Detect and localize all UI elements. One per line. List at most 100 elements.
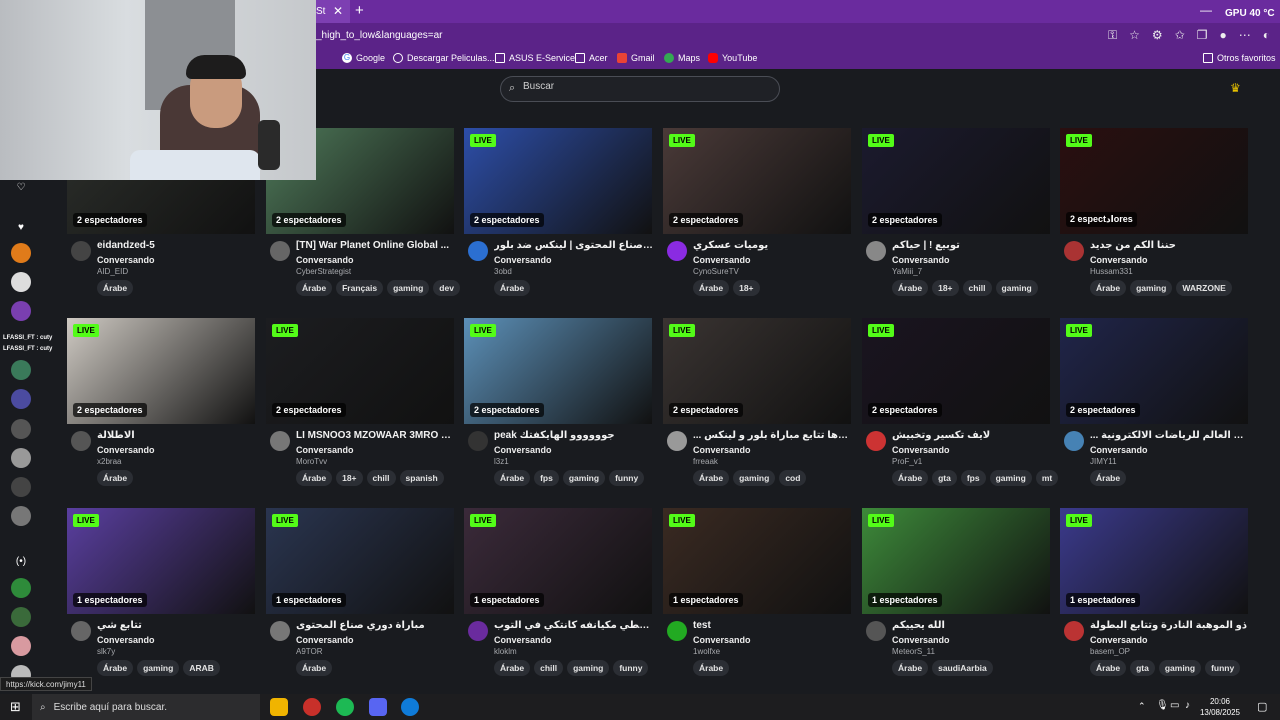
tag-chip[interactable]: mt <box>1035 470 1059 486</box>
stream-category[interactable]: Conversando <box>1090 635 1148 645</box>
stream-title[interactable]: [TN] War Planet Online Global ... <box>296 240 456 251</box>
profile-avatar[interactable]: ● <box>1220 28 1227 43</box>
channel-name[interactable]: ProF_v1 <box>892 457 922 466</box>
channel-avatar[interactable] <box>270 621 290 641</box>
channel-avatar[interactable] <box>71 621 91 641</box>
tag-chip[interactable]: fps <box>960 470 986 486</box>
channel-name[interactable]: frreaak <box>693 457 718 466</box>
stream-title[interactable]: نلعثم و نحطي مكيانفه كانتكي في التوب <box>494 620 654 631</box>
stream-card[interactable]: LIVE 1 espectadores مباراة دوري صناع المحت… <box>266 508 456 688</box>
stream-thumbnail[interactable]: LIVE 2 espectadores <box>663 318 851 424</box>
star-icon[interactable]: ☆ <box>1129 28 1140 43</box>
stream-category[interactable]: Conversando <box>494 255 552 265</box>
tag-chip[interactable]: gaming <box>1130 280 1173 296</box>
tag-chip[interactable]: Árabe <box>97 470 134 486</box>
tag-chip[interactable]: Árabe <box>693 660 730 676</box>
stream-card[interactable]: LIVE 2 espectادores حننا الكم من جديد Conve… <box>1060 128 1250 308</box>
chrome-icon[interactable] <box>303 698 321 716</box>
stream-card[interactable]: LIVE 1 espectadores الله يحييكم Conversando… <box>862 508 1052 688</box>
stream-category[interactable]: Conversando <box>97 445 155 455</box>
stream-title[interactable]: تتابع شي <box>97 620 257 631</box>
tag-chip[interactable]: funny <box>613 660 649 676</box>
channel-avatar[interactable] <box>71 431 91 451</box>
tag-chip[interactable]: Árabe <box>892 470 929 486</box>
stream-category[interactable]: Conversando <box>892 445 950 455</box>
stream-thumbnail[interactable]: LIVE 2 espectadores <box>266 318 454 424</box>
stream-category[interactable]: Conversando <box>296 635 354 645</box>
copilot-icon[interactable]: ◐ <box>1263 28 1270 43</box>
tag-chip[interactable]: gaming <box>137 660 180 676</box>
tag-chip[interactable]: gaming <box>567 660 610 676</box>
tag-chip[interactable]: gaming <box>995 280 1038 296</box>
channel-name[interactable]: A9TOR <box>296 647 323 656</box>
channel-name[interactable]: YaMiii_7 <box>892 267 922 276</box>
file-explorer-icon[interactable] <box>270 698 288 716</box>
stream-title[interactable]: LI MSNOO3 MZOWAAR 3MRO YWA... <box>296 430 456 441</box>
tag-chip[interactable]: gaming <box>733 470 776 486</box>
tag-chip[interactable]: funny <box>1205 660 1241 676</box>
close-tab-icon[interactable]: ✕ <box>333 4 343 18</box>
taskbar-clock[interactable]: 20:06 13/08/2025 <box>1200 696 1240 718</box>
channel-avatar[interactable] <box>667 241 687 261</box>
tag-chip[interactable]: Árabe <box>97 280 134 296</box>
volume-icon[interactable]: ♪ <box>1185 700 1190 711</box>
sidebar-channel-avatar[interactable] <box>11 506 31 526</box>
search-input[interactable] <box>523 81 763 92</box>
network-icon[interactable]: ▭ <box>1170 700 1179 711</box>
stream-title[interactable]: peak جوووووو الهايكفتك <box>494 430 654 441</box>
channel-avatar[interactable] <box>866 241 886 261</box>
stream-title[interactable]: ... لينكس | كاس العالم للرياضات الالكترو… <box>1090 430 1250 441</box>
stream-thumbnail[interactable]: LIVE 1 espectadores <box>1060 508 1248 614</box>
tag-chip[interactable]: funny <box>609 470 645 486</box>
stream-card[interactable]: LIVE 2 espectadores توبيع ! | حياكم Convers… <box>862 128 1052 308</box>
stream-category[interactable]: Conversando <box>296 255 354 265</box>
tag-chip[interactable]: cod <box>779 470 807 486</box>
stream-title[interactable]: مباراة دوري صناع المحتوى <box>296 620 456 631</box>
stream-title[interactable]: توبيع ! | حياكم <box>892 240 1052 251</box>
tag-chip[interactable]: ARAB <box>183 660 220 676</box>
tag-chip[interactable]: chill <box>534 660 564 676</box>
channel-avatar[interactable] <box>1064 241 1084 261</box>
tag-chip[interactable]: chill <box>962 280 992 296</box>
channel-avatar[interactable] <box>866 621 886 641</box>
channel-avatar[interactable] <box>270 431 290 451</box>
stream-category[interactable]: Conversando <box>892 635 950 645</box>
tag-chip[interactable]: dev <box>433 280 460 296</box>
other-bookmarks[interactable]: Otros favoritos <box>1203 53 1276 63</box>
tag-chip[interactable]: Árabe <box>892 660 929 676</box>
stream-title[interactable]: eidandzed-5 <box>97 240 257 251</box>
tag-chip[interactable]: gaming <box>1158 660 1202 676</box>
spotify-icon[interactable] <box>336 698 354 716</box>
sidebar-channel-avatar[interactable] <box>11 636 31 656</box>
channel-avatar[interactable] <box>468 621 488 641</box>
tag-chip[interactable]: fps <box>534 470 559 486</box>
stream-thumbnail[interactable]: LIVE 2 espectadores <box>1060 318 1248 424</box>
channel-name[interactable]: Hussam331 <box>1090 267 1133 276</box>
stream-card[interactable]: LIVE 1 espectadores ذو الموهبة النادرة وتت… <box>1060 508 1250 688</box>
channel-avatar[interactable] <box>270 241 290 261</box>
tag-chip[interactable]: Français <box>336 280 384 296</box>
stream-thumbnail[interactable]: LIVE 2 espectadores <box>862 128 1050 234</box>
tag-chip[interactable]: Árabe <box>1090 660 1127 676</box>
channel-name[interactable]: CyberStrategist <box>296 267 351 276</box>
tag-chip[interactable]: spanish <box>399 470 444 486</box>
sidebar-channel-avatar[interactable] <box>11 448 31 468</box>
channel-name[interactable]: 1wolfxe <box>693 647 720 656</box>
windows-start-icon[interactable]: ⊞ <box>10 699 21 715</box>
following-icon[interactable]: ♥ <box>11 217 31 237</box>
stream-thumbnail[interactable]: LIVE 1 espectadores <box>464 508 652 614</box>
stream-category[interactable]: Conversando <box>97 255 155 265</box>
bookmark-google[interactable]: G Google <box>342 53 385 63</box>
channel-name[interactable]: x2braa <box>97 457 121 466</box>
stream-thumbnail[interactable]: LIVE 1 espectadores <box>862 508 1050 614</box>
tag-chip[interactable]: 18+ <box>932 280 959 296</box>
stream-card[interactable]: LIVE 1 espectadores تتابع شي Conversando slk… <box>67 508 257 688</box>
stream-card[interactable]: LIVE 2 espectadores يوميات عسكري Conversand… <box>663 128 853 308</box>
tag-chip[interactable]: Árabe <box>693 470 730 486</box>
channel-avatar[interactable] <box>468 431 488 451</box>
stream-title[interactable]: يوميات عسكري <box>693 240 853 251</box>
stream-category[interactable]: Conversando <box>1090 445 1148 455</box>
stream-category[interactable]: Conversando <box>892 255 950 265</box>
stream-thumbnail[interactable]: LIVE 2 espectadores <box>464 318 652 424</box>
stream-card[interactable]: LIVE 2 espectadores تتابع دوري صناع المحتو… <box>464 128 654 308</box>
